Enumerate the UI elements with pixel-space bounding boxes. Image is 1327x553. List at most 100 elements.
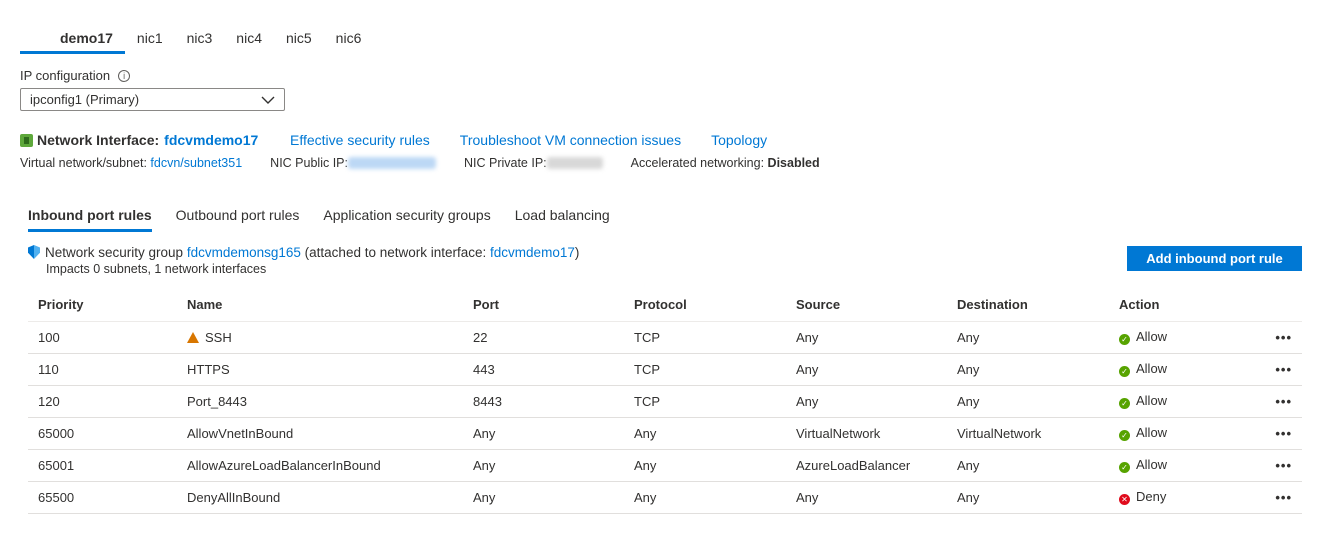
table-row[interactable]: 120 Port_8443 8443 TCP Any Any ✓ Allow ••• xyxy=(28,385,1302,418)
effective-security-rules-link[interactable]: Effective security rules xyxy=(290,132,430,148)
cell-text: Allow xyxy=(1136,329,1168,344)
cell-text: TCP xyxy=(634,393,660,409)
cell-port: 443 xyxy=(463,353,624,386)
cell-text: VirtualNetwork xyxy=(796,425,881,441)
cell-destination: Any xyxy=(947,321,1109,354)
ip-config-select[interactable]: ipconfig1 (Primary) xyxy=(20,88,285,111)
cell-text: AllowVnetInBound xyxy=(187,425,294,441)
tab-asg[interactable]: Application security groups xyxy=(323,207,490,229)
more-options-icon[interactable]: ••• xyxy=(1229,417,1302,450)
cell-text: 65001 xyxy=(38,457,75,473)
nic-tabs: demo17 nic1 nic3 nic4 nic5 nic6 xyxy=(20,28,374,54)
cell-action: ✕ Deny xyxy=(1109,481,1229,514)
column-header[interactable]: Source xyxy=(786,289,947,322)
cell-name: Port_8443 xyxy=(177,385,463,418)
public-ip-value-redacted xyxy=(347,157,436,169)
cell-text: 443 xyxy=(473,361,495,377)
cell-name: SSH xyxy=(177,321,463,354)
cell-text: Any xyxy=(957,457,980,473)
cell-text: 8443 xyxy=(473,393,502,409)
cell-priority: 110 xyxy=(28,353,177,386)
section-tabs: Inbound port rules Outbound port rules A… xyxy=(28,207,610,232)
cell-text: Any xyxy=(634,489,657,505)
cell-text: Any xyxy=(796,329,819,345)
cell-text: Port_8443 xyxy=(187,393,247,409)
nic-links: Effective security rules Troubleshoot VM… xyxy=(290,132,767,148)
cell-source: AzureLoadBalancer xyxy=(786,449,947,482)
topology-link[interactable]: Topology xyxy=(711,132,767,148)
column-header[interactable]: Action xyxy=(1109,289,1229,322)
cell-action: ✓ Allow xyxy=(1109,417,1229,450)
warning-icon xyxy=(187,331,199,343)
column-header[interactable]: Priority xyxy=(28,289,177,322)
troubleshoot-link[interactable]: Troubleshoot VM connection issues xyxy=(460,132,681,148)
cell-text: Allow xyxy=(1136,425,1168,440)
nsg-suffix: ) xyxy=(574,245,580,260)
cell-source: Any xyxy=(786,481,947,514)
cell-protocol: Any xyxy=(624,417,786,450)
more-options-icon[interactable]: ••• xyxy=(1229,353,1302,386)
table-row[interactable]: 65500 DenyAllInBound Any Any Any Any ✕ Deny ••• xyxy=(28,481,1302,514)
tab-inbound[interactable]: Inbound port rules xyxy=(28,207,152,232)
more-options-icon[interactable]: ••• xyxy=(1229,385,1302,418)
tab-outbound[interactable]: Outbound port rules xyxy=(176,207,300,229)
column-header[interactable]: Protocol xyxy=(624,289,786,322)
check-circle-icon: ✓ xyxy=(1119,366,1130,377)
cell-text: 65000 xyxy=(38,425,75,441)
nic-tab-nic1[interactable]: nic1 xyxy=(125,28,175,50)
cell-port: Any xyxy=(463,417,624,450)
cell-text: Any xyxy=(957,393,980,409)
table-header: Priority Name Port Protocol Source Destinatio… xyxy=(28,289,1302,322)
column-header[interactable]: Destination xyxy=(947,289,1109,322)
table-row[interactable]: 65000 AllowVnetInBound Any Any VirtualNetwor… xyxy=(28,417,1302,450)
column-header[interactable]: Port xyxy=(463,289,624,322)
nsg-mid: (attached to network interface: xyxy=(304,245,487,260)
tab-load-balancing[interactable]: Load balancing xyxy=(515,207,610,229)
column-header[interactable]: Name xyxy=(177,289,463,322)
table-row[interactable]: 65001 AllowAzureLoadBalancerInBound Any Any… xyxy=(28,449,1302,482)
vnet-link[interactable]: fdcvn/subnet351 xyxy=(150,156,242,170)
add-inbound-rule-button[interactable]: Add inbound port rule xyxy=(1127,246,1302,271)
more-options-icon[interactable]: ••• xyxy=(1229,481,1302,514)
cell-protocol: TCP xyxy=(624,385,786,418)
nic-tab-nic4[interactable]: nic4 xyxy=(224,28,274,50)
cell-text: 22 xyxy=(473,329,488,345)
cell-protocol: TCP xyxy=(624,321,786,354)
nsg-link[interactable]: fdcvmdemonsg165 xyxy=(187,245,301,260)
cell-priority: 120 xyxy=(28,385,177,418)
nic-tab-nic6[interactable]: nic6 xyxy=(324,28,374,50)
cell-text: Any xyxy=(957,329,980,345)
nic-tab-nic3[interactable]: nic3 xyxy=(175,28,225,50)
check-circle-icon: ✓ xyxy=(1119,334,1130,345)
nic-tab-nic5[interactable]: nic5 xyxy=(274,28,324,50)
cell-text: Any xyxy=(473,425,496,441)
table-row[interactable]: 100 SSH 22 TCP Any Any ✓ Allow ••• xyxy=(28,321,1302,354)
nic-header: Network Interface: fdcvmdemo17 xyxy=(20,132,258,148)
ip-config-label-row: IP configuration i xyxy=(20,68,131,83)
cell-text: Any xyxy=(473,489,496,505)
cell-name: HTTPS xyxy=(177,353,463,386)
cell-text: Any xyxy=(634,425,657,441)
cell-port: 8443 xyxy=(463,385,624,418)
nsg-prefix: Network security group xyxy=(45,245,184,260)
accel-label: Accelerated networking: xyxy=(630,156,765,170)
info-icon[interactable]: i xyxy=(118,69,131,82)
nic-name-link[interactable]: fdcvmdemo17 xyxy=(164,132,258,148)
cell-text: 110 xyxy=(38,361,59,377)
nsg-nic-link[interactable]: fdcvmdemo17 xyxy=(490,245,575,260)
more-options-icon[interactable]: ••• xyxy=(1229,449,1302,482)
cell-priority: 65001 xyxy=(28,449,177,482)
nsg-impacts: Impacts 0 subnets, 1 network interfaces xyxy=(46,262,267,276)
table-row[interactable]: 110 HTTPS 443 TCP Any Any ✓ Allow ••• xyxy=(28,353,1302,386)
cell-text: 65500 xyxy=(38,489,75,505)
public-ip-label: NIC Public IP: xyxy=(270,156,348,170)
nic-tab-demo17[interactable]: demo17 xyxy=(20,28,125,54)
cell-port: 22 xyxy=(463,321,624,354)
cell-text: Deny xyxy=(1136,489,1167,504)
cell-priority: 65500 xyxy=(28,481,177,514)
more-options-icon[interactable]: ••• xyxy=(1229,321,1302,354)
cell-port: Any xyxy=(463,481,624,514)
check-circle-icon: ✓ xyxy=(1119,398,1130,409)
cell-text: Any xyxy=(796,489,819,505)
error-circle-icon: ✕ xyxy=(1119,494,1130,505)
